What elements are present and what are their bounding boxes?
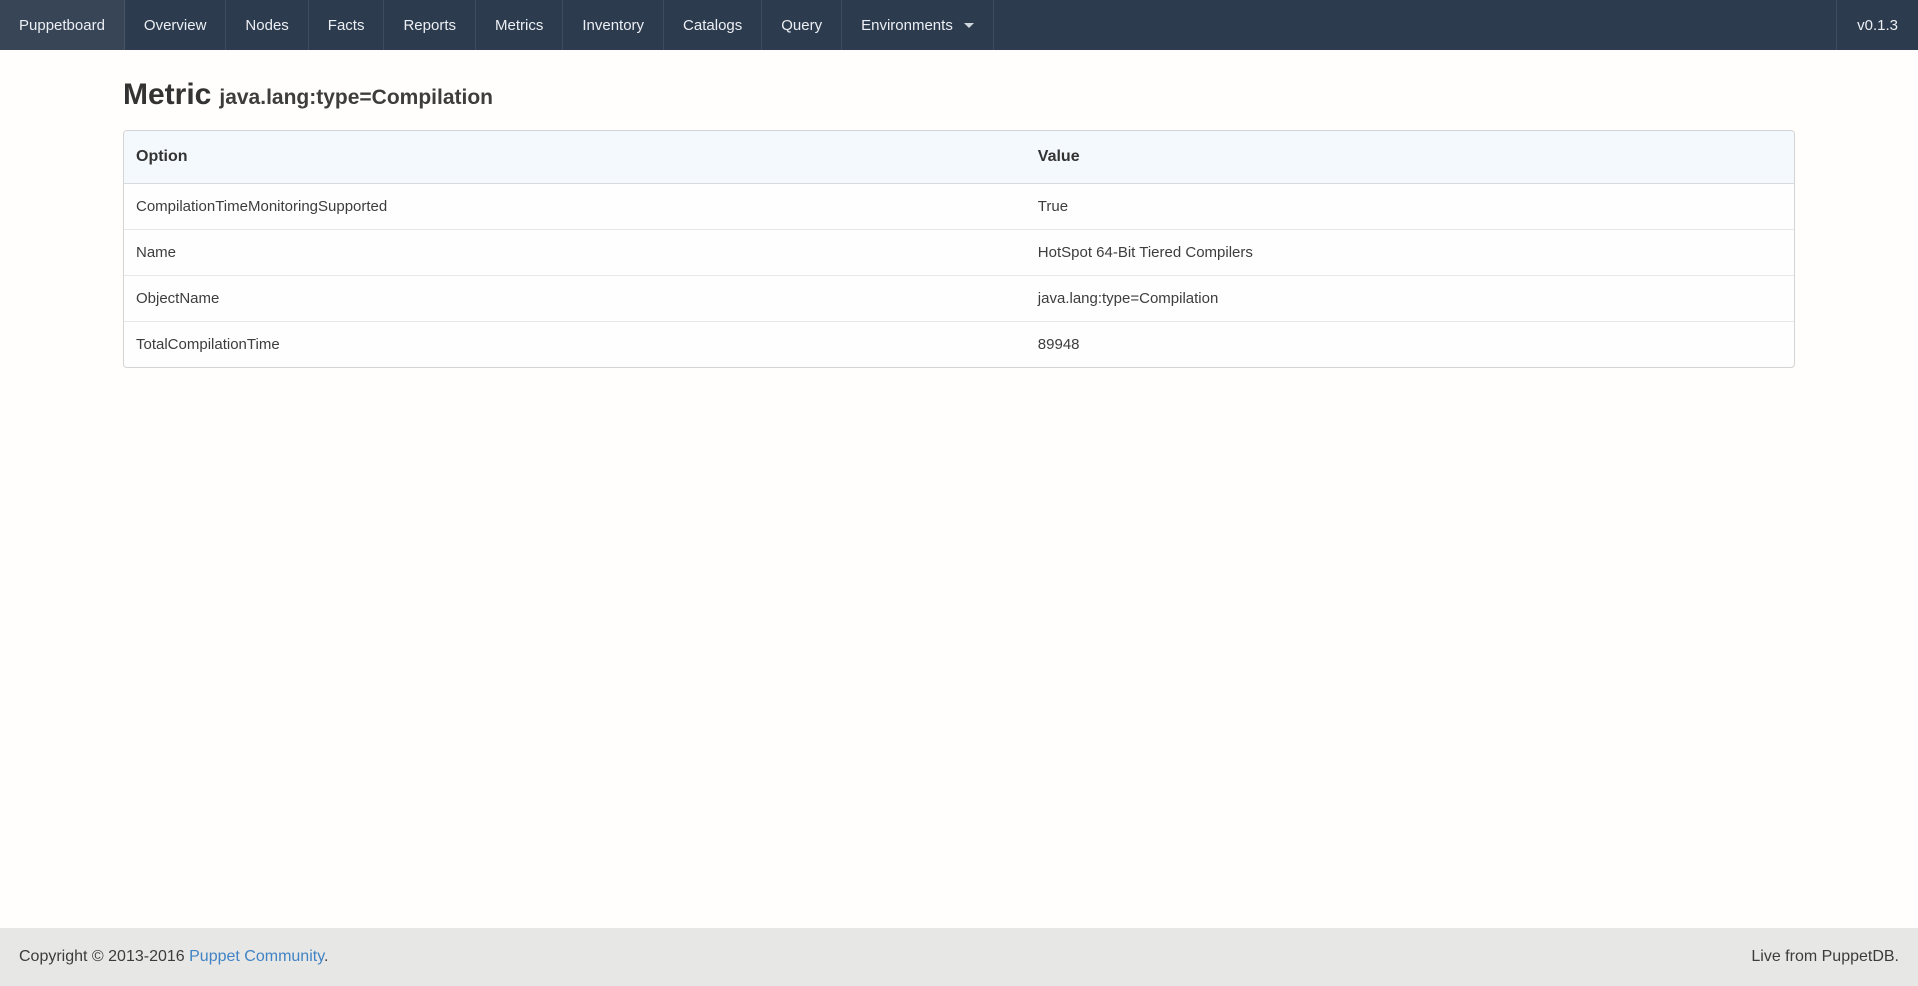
metric-name-subtitle: java.lang:type=Compilation <box>219 86 493 109</box>
nav-item-metrics[interactable]: Metrics <box>476 0 563 50</box>
nav-item-catalogs[interactable]: Catalogs <box>664 0 762 50</box>
table-row: CompilationTimeMonitoringSupported True <box>124 184 1794 230</box>
table-row: Name HotSpot 64-Bit Tiered Compilers <box>124 230 1794 276</box>
column-header-value: Value <box>1026 131 1794 184</box>
copyright-prefix: Copyright © 2013-2016 <box>19 948 185 965</box>
nav-item-query[interactable]: Query <box>762 0 842 50</box>
nav-item-overview[interactable]: Overview <box>125 0 227 50</box>
nav-environments-dropdown[interactable]: Environments <box>842 0 994 50</box>
value-cell: True <box>1026 184 1794 230</box>
version-label: v0.1.3 <box>1836 0 1918 50</box>
value-cell: 89948 <box>1026 322 1794 368</box>
column-header-option: Option <box>124 131 1026 184</box>
nav-item-inventory[interactable]: Inventory <box>563 0 664 50</box>
main-content: Metric java.lang:type=Compilation Option … <box>0 50 1918 928</box>
page-title: Metric java.lang:type=Compilation <box>123 78 1795 111</box>
table-row: TotalCompilationTime 89948 <box>124 322 1794 368</box>
nav-environments-label: Environments <box>861 17 953 34</box>
navbar-spacer <box>994 0 1836 50</box>
table-header-row: Option Value <box>124 131 1794 184</box>
navbar: Puppetboard Overview Nodes Facts Reports… <box>0 0 1918 50</box>
nav-item-reports[interactable]: Reports <box>384 0 476 50</box>
table-row: ObjectName java.lang:type=Compilation <box>124 276 1794 322</box>
page-title-text: Metric <box>123 78 211 111</box>
nav-item-facts[interactable]: Facts <box>309 0 385 50</box>
chevron-down-icon <box>964 23 974 28</box>
option-cell: ObjectName <box>124 276 1026 322</box>
option-cell: TotalCompilationTime <box>124 322 1026 368</box>
value-cell: HotSpot 64-Bit Tiered Compilers <box>1026 230 1794 276</box>
option-cell: CompilationTimeMonitoringSupported <box>124 184 1026 230</box>
copyright-text: Copyright © 2013-2016 Puppet Community. <box>19 948 328 966</box>
nav-item-nodes[interactable]: Nodes <box>226 0 308 50</box>
copyright-period: . <box>324 948 328 965</box>
puppet-community-link[interactable]: Puppet Community <box>189 948 324 965</box>
nav-item-puppetboard[interactable]: Puppetboard <box>0 0 125 50</box>
value-cell: java.lang:type=Compilation <box>1026 276 1794 322</box>
live-from-puppetdb-text: Live from PuppetDB. <box>1751 948 1899 966</box>
page-footer: Copyright © 2013-2016 Puppet Community. … <box>0 928 1918 986</box>
option-cell: Name <box>124 230 1026 276</box>
metric-table: Option Value CompilationTimeMonitoringSu… <box>123 130 1795 368</box>
